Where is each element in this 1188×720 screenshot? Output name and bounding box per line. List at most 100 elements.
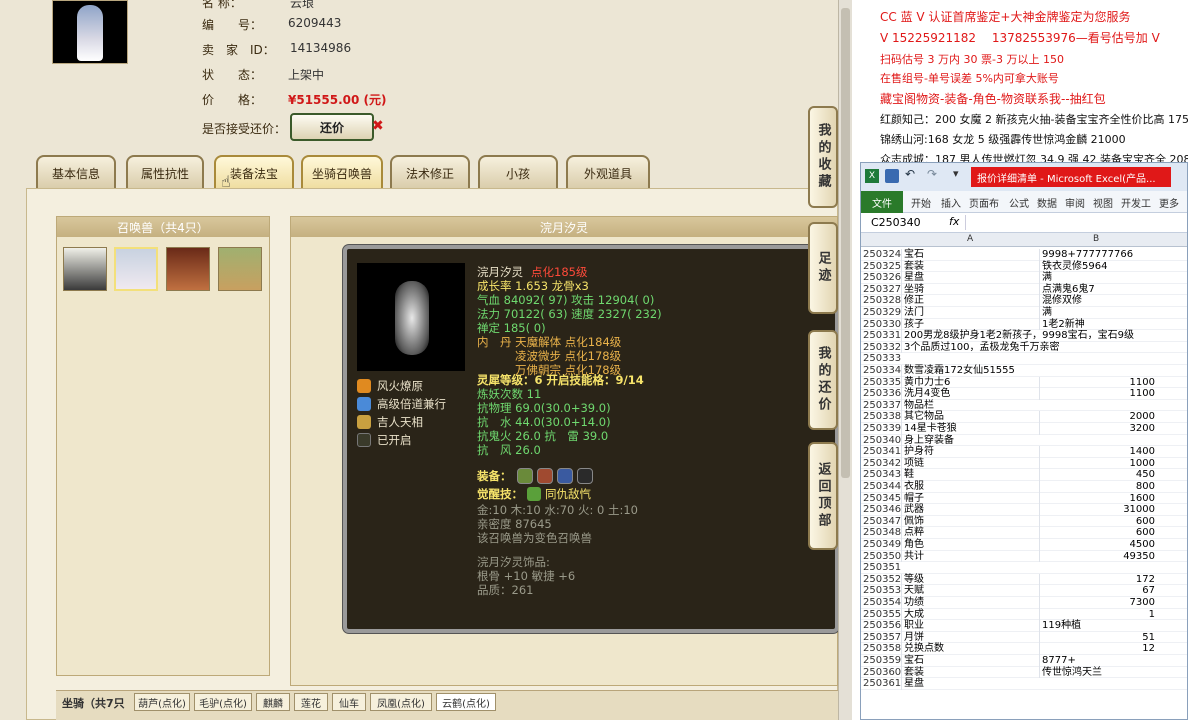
equip-slot-icon[interactable]: [557, 468, 573, 484]
redo-icon[interactable]: ↷: [927, 167, 937, 181]
tab-formulas[interactable]: 公式: [1009, 195, 1029, 210]
cell-b[interactable]: 3200: [1039, 423, 1159, 435]
sheet-row[interactable]: 250349 角色 4500: [861, 539, 1187, 551]
cell-a[interactable]: 护身符: [901, 446, 934, 458]
quick-access-dropdown-icon[interactable]: ▾: [953, 167, 959, 180]
pet-thumb-selected[interactable]: [114, 247, 158, 291]
equip-slot-icon[interactable]: [537, 468, 553, 484]
close-icon[interactable]: ✖: [372, 118, 384, 134]
sheet-row[interactable]: 250347 佩饰 600: [861, 515, 1187, 528]
cell-b[interactable]: 119种植: [1039, 620, 1159, 632]
cell-a[interactable]: 佩饰: [901, 515, 924, 528]
sheet-row[interactable]: 250360 套装 传世惊鸿天兰: [861, 666, 1187, 679]
mount-tab[interactable]: 葫芦(点化): [134, 693, 190, 711]
cell-a[interactable]: 套装: [901, 666, 924, 679]
cell-a[interactable]: 兑换点数: [901, 643, 944, 655]
cell-a[interactable]: 14星卡苍狼: [901, 423, 957, 435]
cell-b[interactable]: 1600: [1039, 492, 1159, 505]
cell-a[interactable]: 星盘: [901, 272, 924, 284]
cell-b[interactable]: 800: [1039, 481, 1159, 493]
pet-thumb-warrior[interactable]: [166, 247, 210, 291]
tab-file[interactable]: 文件: [861, 191, 903, 213]
tab-layout[interactable]: 页面布: [969, 195, 999, 210]
tab-insert[interactable]: 插入: [941, 195, 961, 210]
cell-a[interactable]: 黄巾力士6: [901, 376, 950, 389]
cell-b[interactable]: 1100: [1039, 376, 1159, 389]
tab-data[interactable]: 数据: [1037, 195, 1057, 210]
cell-a[interactable]: 身上穿装备: [901, 434, 954, 447]
cell-a[interactable]: 3个品质过100，孟极龙兔千万亲密: [901, 341, 1059, 354]
sheet-row[interactable]: 250346 武器 31000: [861, 504, 1187, 516]
sheet-row[interactable]: 250326 星盘 满: [861, 272, 1187, 284]
cell-b[interactable]: 满: [1039, 272, 1159, 284]
mount-tab-active[interactable]: 云鹤(点化): [436, 693, 496, 711]
save-icon[interactable]: [885, 169, 899, 183]
cell-a[interactable]: 帽子: [901, 492, 924, 505]
cell-a[interactable]: 等级: [901, 573, 924, 586]
tab-attributes[interactable]: 属性抗性: [126, 155, 204, 189]
undo-icon[interactable]: ↶: [905, 167, 915, 181]
cell-b[interactable]: 600: [1039, 515, 1159, 528]
cell-b[interactable]: 1400: [1039, 446, 1159, 458]
cell-a[interactable]: 武器: [901, 504, 924, 516]
cell-b[interactable]: 51: [1039, 631, 1159, 644]
sheet-row[interactable]: 250358 兑换点数 12: [861, 643, 1187, 655]
favorites-button[interactable]: 我的收藏: [808, 106, 838, 208]
sheet-row[interactable]: 250345 帽子 1600: [861, 492, 1187, 505]
cell-b[interactable]: 12: [1039, 643, 1159, 655]
cell-b[interactable]: 4500: [1039, 539, 1159, 551]
cell-b[interactable]: 1: [1039, 608, 1159, 621]
sheet-row[interactable]: 250324 宝石 9998+777777766: [861, 249, 1187, 261]
sheet-row[interactable]: 250331 200男龙8级护身1老2新孩子，9998宝石，宝石9级: [861, 330, 1187, 342]
cell-a[interactable]: 修正: [901, 295, 924, 307]
cell-b[interactable]: 9998+777777766: [1039, 249, 1159, 261]
cell-b[interactable]: 7300: [1039, 597, 1159, 609]
cell-a[interactable]: 月饼: [901, 631, 924, 644]
mount-tab[interactable]: 毛驴(点化): [194, 693, 252, 711]
cell-a[interactable]: 法门: [901, 307, 924, 319]
cell-a[interactable]: 星盘: [901, 678, 924, 690]
cell-a[interactable]: 鞋: [901, 469, 914, 481]
sheet-row[interactable]: 250325 套装 铁衣灵修5964: [861, 260, 1187, 273]
mount-tab[interactable]: 凤凰(点化): [370, 693, 432, 711]
cell-a[interactable]: 衣服: [901, 481, 924, 493]
cell-b[interactable]: 铁衣灵修5964: [1039, 260, 1159, 273]
pet-thumb-panda[interactable]: [63, 247, 107, 291]
my-bargain-button[interactable]: 我的还价: [808, 330, 838, 430]
cell-a[interactable]: 项链: [901, 457, 924, 470]
equip-slot-icon[interactable]: [517, 468, 533, 484]
sheet-row[interactable]: 250333: [861, 353, 1187, 365]
sheet-row[interactable]: 250353 天赋 67: [861, 585, 1187, 597]
cell-b[interactable]: 点满鬼6鬼7: [1039, 283, 1159, 296]
mount-tab[interactable]: 麒麟: [256, 693, 290, 711]
tab-mount-pets[interactable]: 坐骑召唤兽: [301, 155, 383, 189]
tab-appearance[interactable]: 外观道具: [566, 155, 650, 189]
cell-b[interactable]: 1100: [1039, 388, 1159, 400]
cell-a[interactable]: 点粹: [901, 527, 924, 539]
cell-a[interactable]: 洗月4变色: [901, 388, 950, 400]
scrollbar-thumb[interactable]: [841, 8, 850, 478]
sheet-row[interactable]: 250341 护身符 1400: [861, 446, 1187, 458]
column-header-b[interactable]: B: [1093, 234, 1099, 244]
cell-a[interactable]: 宝石: [901, 655, 924, 667]
bargain-button[interactable]: 还价: [290, 113, 374, 141]
equip-slot-icon[interactable]: [577, 468, 593, 484]
sheet-row[interactable]: 250356 职业 119种植: [861, 620, 1187, 632]
cell-a[interactable]: 物品栏: [901, 399, 934, 412]
cell-a[interactable]: 数雪凌霜172女仙51555: [901, 365, 1015, 377]
sheet-row[interactable]: 250335 黄巾力士6 1100: [861, 376, 1187, 389]
tab-review[interactable]: 审阅: [1065, 195, 1085, 210]
pet-thumb-deer[interactable]: [218, 247, 262, 291]
sheet-row[interactable]: 250338 其它物品 2000: [861, 411, 1187, 423]
sheet-row[interactable]: 250337 物品栏: [861, 399, 1187, 412]
sheet-row[interactable]: 250348 点粹 600: [861, 527, 1187, 539]
cell-b[interactable]: 1000: [1039, 457, 1159, 470]
mount-tab[interactable]: 仙车: [332, 693, 366, 711]
cell-a[interactable]: 宝石: [901, 249, 924, 261]
cell-b[interactable]: 450: [1039, 469, 1159, 481]
cell-a[interactable]: 大成: [901, 608, 924, 621]
sheet-row[interactable]: 250361 星盘: [861, 678, 1187, 690]
sheet-row[interactable]: 250328 修正 混修双修: [861, 295, 1187, 307]
tab-basic-info[interactable]: 基本信息: [36, 155, 116, 189]
sheet-row[interactable]: 250339 14星卡苍狼 3200: [861, 423, 1187, 435]
